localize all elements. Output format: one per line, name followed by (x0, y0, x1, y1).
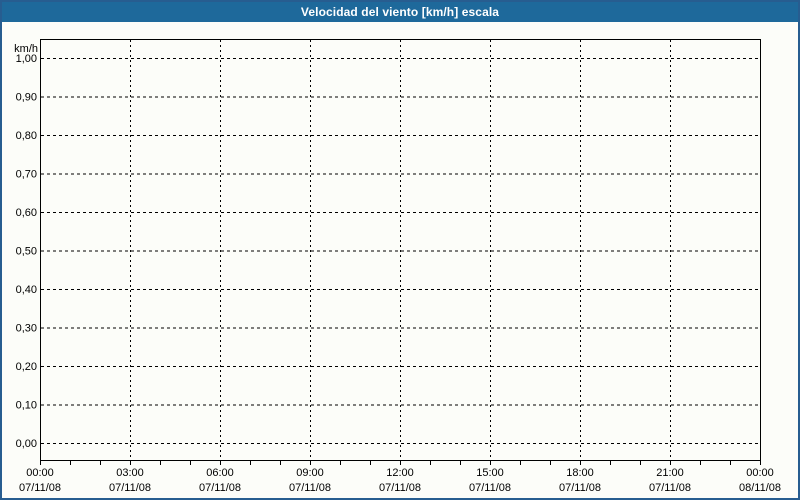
x-tick-time-label: 18:00 (566, 467, 594, 479)
x-tick-time-label: 00:00 (26, 467, 54, 479)
y-axis-unit-label: km/h (14, 43, 38, 55)
y-tick-label: 0,90 (16, 92, 37, 104)
y-tick-label: 0,00 (16, 438, 37, 450)
x-tick-date-label: 07/11/08 (649, 482, 691, 494)
y-tick-label: 0,10 (16, 400, 37, 412)
x-tick-time-label: 09:00 (296, 467, 324, 479)
x-tick-date-label: 07/11/08 (469, 482, 511, 494)
x-tick-time-label: 12:00 (386, 467, 414, 479)
x-tick-date-label: 07/11/08 (109, 482, 151, 494)
x-tick-time-label: 21:00 (656, 467, 684, 479)
chart-canvas: 0,00 0,10 0,20 0,30 0,40 0,50 0,60 0,70 0,80 0,90… (14, 39, 781, 494)
wind-speed-chart-window: Velocidad del viento [km/h] escala 0,00 0… (0, 0, 800, 500)
x-tick-date-label: 07/11/08 (19, 482, 61, 494)
x-tick-date-label: 07/11/08 (559, 482, 601, 494)
x-tick-date-label: 07/11/08 (289, 482, 331, 494)
y-tick-label: 0,30 (16, 323, 37, 335)
y-tick-label: 0,50 (16, 246, 37, 258)
y-tick-label: 0,70 (16, 169, 37, 181)
x-tick-date-label: 07/11/08 (199, 482, 241, 494)
x-tick-time-label: 00:00 (746, 467, 774, 479)
y-tick-label: 0,80 (16, 130, 37, 142)
y-tick-label: 0,20 (16, 361, 37, 373)
x-tick-time-label: 15:00 (476, 467, 504, 479)
x-tick-date-label: 08/11/08 (739, 482, 781, 494)
x-tick-date-label: 07/11/08 (379, 482, 421, 494)
y-tick-label: 0,60 (16, 207, 37, 219)
x-tick-time-label: 03:00 (116, 467, 144, 479)
x-tick-time-label: 06:00 (206, 467, 234, 479)
y-tick-label: 0,40 (16, 284, 37, 296)
